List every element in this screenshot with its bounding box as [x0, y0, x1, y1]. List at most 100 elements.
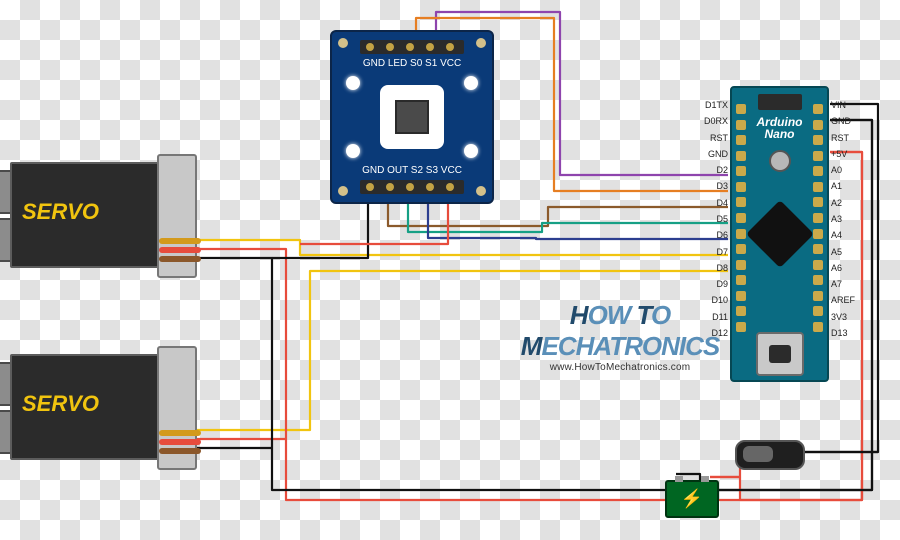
- nano-pin-label-d5: D5: [694, 214, 728, 224]
- nano-pad: [736, 182, 746, 192]
- servo-lead-gnd: [159, 256, 201, 262]
- battery-terminal: [701, 476, 709, 482]
- logo-char: O: [651, 300, 670, 330]
- nano-pad: [813, 197, 823, 207]
- sensor-top-pin-labels: GND LED S0 S1 VCC: [332, 58, 492, 69]
- sensor-led: [346, 76, 360, 90]
- logo-char: ECHATRONICS: [541, 331, 719, 361]
- nano-pin-label-d8: D8: [694, 263, 728, 273]
- nano-pad: [736, 244, 746, 254]
- board-name-2: Nano: [765, 127, 795, 141]
- sensor-header-pin: [366, 183, 374, 191]
- nano-pin-label-a0: A0: [831, 165, 865, 175]
- servo-label: SERVO: [22, 199, 99, 225]
- nano-pad: [736, 275, 746, 285]
- nano-pin-label-a7: A7: [831, 279, 865, 289]
- servo-lead-signal: [159, 430, 201, 436]
- nano-pin-label-aref: AREF: [831, 295, 865, 305]
- nano-pin-label-d0rx: D0RX: [694, 116, 728, 126]
- nano-pin-label-vin: VIN: [831, 100, 865, 110]
- logo-char: H: [570, 300, 588, 330]
- sensor-header-pin: [426, 183, 434, 191]
- sensor-header-pin: [386, 43, 394, 51]
- nano-pin-label-d13: D13: [831, 328, 865, 338]
- nano-pad: [813, 182, 823, 192]
- servo-leads: [159, 430, 201, 458]
- nano-pad: [736, 104, 746, 114]
- nano-pad: [736, 120, 746, 130]
- nano-pad: [736, 151, 746, 161]
- nano-pad: [736, 135, 746, 145]
- logo-char: OW: [588, 300, 631, 330]
- mcu-chip: [746, 200, 814, 268]
- nano-pad: [813, 260, 823, 270]
- nano-pin-label-a1: A1: [831, 181, 865, 191]
- nano-pad: [813, 306, 823, 316]
- wire-tcs-gnd: [272, 200, 368, 258]
- nano-pin-label-a2: A2: [831, 198, 865, 208]
- logo-url: www.HowToMechatronics.com: [520, 362, 720, 373]
- nano-pin-label-d9: D9: [694, 279, 728, 289]
- nano-pad: [736, 166, 746, 176]
- sensor-bottom-pin-labels: GND OUT S2 S3 VCC: [332, 165, 492, 176]
- servo-lead-signal: [159, 238, 201, 244]
- nano-pad: [736, 306, 746, 316]
- reset-button: [769, 150, 791, 172]
- nano-pad: [813, 213, 823, 223]
- servo-body: SERVO: [10, 354, 164, 460]
- nano-pad: [736, 322, 746, 332]
- power-switch: [735, 440, 805, 470]
- nano-pin-label-+5v: +5V: [831, 149, 865, 159]
- sensor-header-pin: [426, 43, 434, 51]
- wire-tcs-vcc: [300, 200, 448, 244]
- nano-pin-label-d4: D4: [694, 198, 728, 208]
- mount-hole: [476, 186, 486, 196]
- logo-line1: HOW TO: [520, 300, 720, 331]
- logo-char: T: [630, 300, 651, 330]
- servo-lead-vcc: [159, 247, 201, 253]
- nano-pad: [813, 166, 823, 176]
- nano-pad: [813, 104, 823, 114]
- nano-pad: [813, 120, 823, 130]
- diagram-stage: SERVO SERVO GND LED S0 S1 VCC: [0, 0, 900, 540]
- nano-pad: [736, 291, 746, 301]
- usb-slot: [769, 345, 791, 363]
- nano-pad: [813, 244, 823, 254]
- logo-char: M: [521, 331, 542, 361]
- nano-pad: [736, 229, 746, 239]
- nano-pin-label-d3: D3: [694, 181, 728, 191]
- servo-label: SERVO: [22, 391, 99, 417]
- icsp-header: [758, 94, 802, 110]
- nano-pad: [813, 291, 823, 301]
- sensor-chip: [380, 85, 444, 149]
- mount-hole: [338, 186, 348, 196]
- sensor-header-bottom: [360, 180, 464, 194]
- sensor-header-pin: [366, 43, 374, 51]
- mount-hole: [338, 38, 348, 48]
- wire-tcs-s3-to-d6: [428, 200, 728, 239]
- watermark-logo: HOW TO MECHATRONICS www.HowToMechatronic…: [520, 300, 720, 373]
- sensor-header-pin: [446, 183, 454, 191]
- servo-lead-gnd: [159, 448, 201, 454]
- nano-pin-column-left: [736, 104, 746, 332]
- nano-pad: [736, 260, 746, 270]
- nano-pad: [813, 322, 823, 332]
- nano-pin-label-gnd: GND: [831, 116, 865, 126]
- lightning-icon: ⚡: [681, 489, 703, 510]
- nano-pin-label-d6: D6: [694, 230, 728, 240]
- sensor-header-pin: [446, 43, 454, 51]
- battery-terminal: [675, 476, 683, 482]
- nano-pin-label-d1tx: D1TX: [694, 100, 728, 110]
- nano-pad: [813, 275, 823, 285]
- servo-top: SERVO: [10, 140, 195, 280]
- sensor-die: [395, 100, 429, 134]
- nano-pin-label-a6: A6: [831, 263, 865, 273]
- nano-pad: [813, 135, 823, 145]
- nano-pin-label-a4: A4: [831, 230, 865, 240]
- nano-pin-label-rst: RST: [694, 133, 728, 143]
- board-title: Arduino Nano: [757, 116, 803, 140]
- servo-bottom: SERVO: [10, 332, 195, 472]
- sensor-header-pin: [406, 183, 414, 191]
- wire-servo1-sig-d7: [192, 240, 728, 255]
- switch-rocker: [743, 446, 773, 462]
